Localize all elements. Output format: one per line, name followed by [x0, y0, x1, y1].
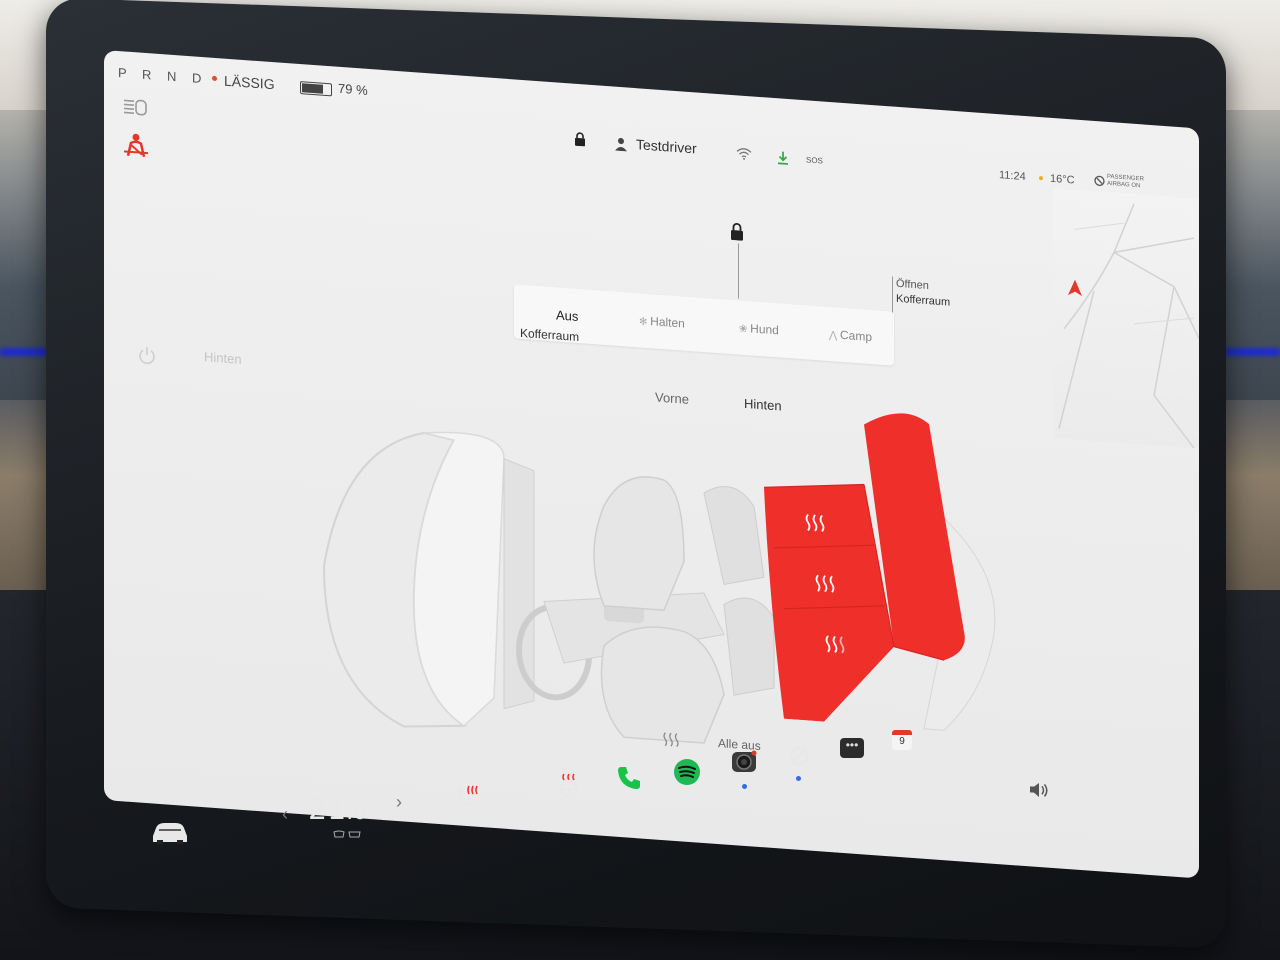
- fan-icon: ✻: [639, 316, 651, 329]
- phone-icon[interactable]: [616, 765, 642, 791]
- temp-increase-button[interactable]: ›: [396, 792, 402, 813]
- rear-seat-bench[interactable]: [764, 397, 984, 733]
- seat-heat-icon: [825, 635, 845, 654]
- tent-icon: ⋀: [829, 329, 840, 342]
- toybox-active-indicator: [796, 776, 801, 781]
- wifi-icon: [736, 148, 752, 160]
- rear-left-seat-heater-button[interactable]: [804, 512, 826, 539]
- steering-wheel-heater-icon[interactable]: [558, 772, 582, 798]
- cabin-temp-integer: 21: [308, 792, 347, 827]
- mode-dog[interactable]: ❀ Hund: [739, 321, 779, 338]
- outside-temperature: 16°C: [1050, 172, 1075, 187]
- power-icon[interactable]: [137, 345, 157, 366]
- mode-camp[interactable]: ⋀ Camp: [829, 327, 872, 344]
- mode-camp-label: Camp: [839, 327, 872, 345]
- camera-icon[interactable]: [730, 748, 758, 776]
- rear-center-seat-heater-button[interactable]: [814, 573, 836, 600]
- seat-heat-icon: [663, 732, 679, 748]
- battery-fill: [302, 83, 323, 94]
- paw-icon: ❀: [739, 323, 751, 336]
- lock-icon[interactable]: [574, 132, 586, 147]
- passenger-airbag-icon: [1094, 175, 1105, 187]
- rear-climate-label: Hinten: [204, 349, 242, 367]
- mode-keep-label: Halten: [650, 314, 685, 331]
- spotify-icon[interactable]: [673, 758, 701, 786]
- open-trunk-button[interactable]: Öffnen Kofferraum: [896, 277, 950, 311]
- tab-rear-seats[interactable]: Hinten: [744, 396, 782, 414]
- driver-profile-name[interactable]: Testdriver: [636, 136, 697, 156]
- headlights-icon[interactable]: [120, 97, 150, 117]
- climate-keeper-selector: Aus ✻ Halten ❀ Hund ⋀ Camp: [514, 284, 894, 366]
- defrost-icon[interactable]: [332, 830, 362, 840]
- tab-front-seats[interactable]: Vorne: [655, 389, 689, 406]
- more-apps-icon[interactable]: •••: [840, 738, 864, 758]
- drive-mode-indicator: [212, 75, 217, 82]
- camera-active-indicator: [742, 784, 747, 789]
- battery-percent: 79 %: [338, 80, 368, 98]
- rear-right-seat-heater-button[interactable]: [824, 634, 846, 661]
- clock: 11:24: [999, 169, 1026, 184]
- calendar-day: 9: [899, 736, 905, 747]
- toybox-icon[interactable]: [787, 744, 811, 768]
- mode-keep[interactable]: ✻ Halten: [639, 313, 685, 330]
- driver-profile-icon[interactable]: [614, 137, 628, 152]
- passenger-airbag-status: PASSENGER AIRBAG ON: [1107, 174, 1144, 191]
- seat-heat-icon: [805, 513, 825, 533]
- temp-decrease-button[interactable]: ‹: [282, 804, 288, 825]
- seatbelt-warning-icon: [124, 133, 148, 158]
- cabin-temp-decimal: .0: [346, 800, 368, 825]
- airbag-status-line-2: AIRBAG ON: [1107, 180, 1141, 190]
- seat-heat-icon: [815, 574, 835, 593]
- weather-icon: [1039, 176, 1043, 181]
- seat-heater-icon[interactable]: [455, 784, 481, 810]
- lock-callout-line: [738, 243, 739, 299]
- car-controls-icon[interactable]: [150, 818, 190, 844]
- bottom-dock: ‹ 21.0 › ••• 9: [110, 730, 1200, 890]
- navigation-map[interactable]: [1054, 188, 1199, 449]
- gear-selector: P R N D: [118, 65, 208, 87]
- sos-icon: SOS: [806, 155, 823, 166]
- drive-mode-label: LÄSSIG: [224, 72, 275, 93]
- navigation-position-icon: [1068, 279, 1082, 297]
- trunk-label: Kofferraum: [896, 292, 951, 309]
- cabin-temperature[interactable]: 21.0: [308, 792, 367, 827]
- download-icon[interactable]: [777, 150, 789, 165]
- calendar-icon[interactable]: 9: [892, 730, 912, 750]
- car-lock-icon[interactable]: [730, 222, 744, 241]
- map-roads: [1058, 203, 1199, 449]
- trunk-label-partial: Kofferraum: [520, 325, 580, 345]
- touchscreen: P R N D LÄSSIG 79 % Testdriver SOS 11:24…: [104, 50, 1199, 879]
- mode-dog-label: Hund: [750, 321, 779, 338]
- battery-icon: [300, 81, 332, 97]
- mode-off[interactable]: Aus: [556, 307, 578, 324]
